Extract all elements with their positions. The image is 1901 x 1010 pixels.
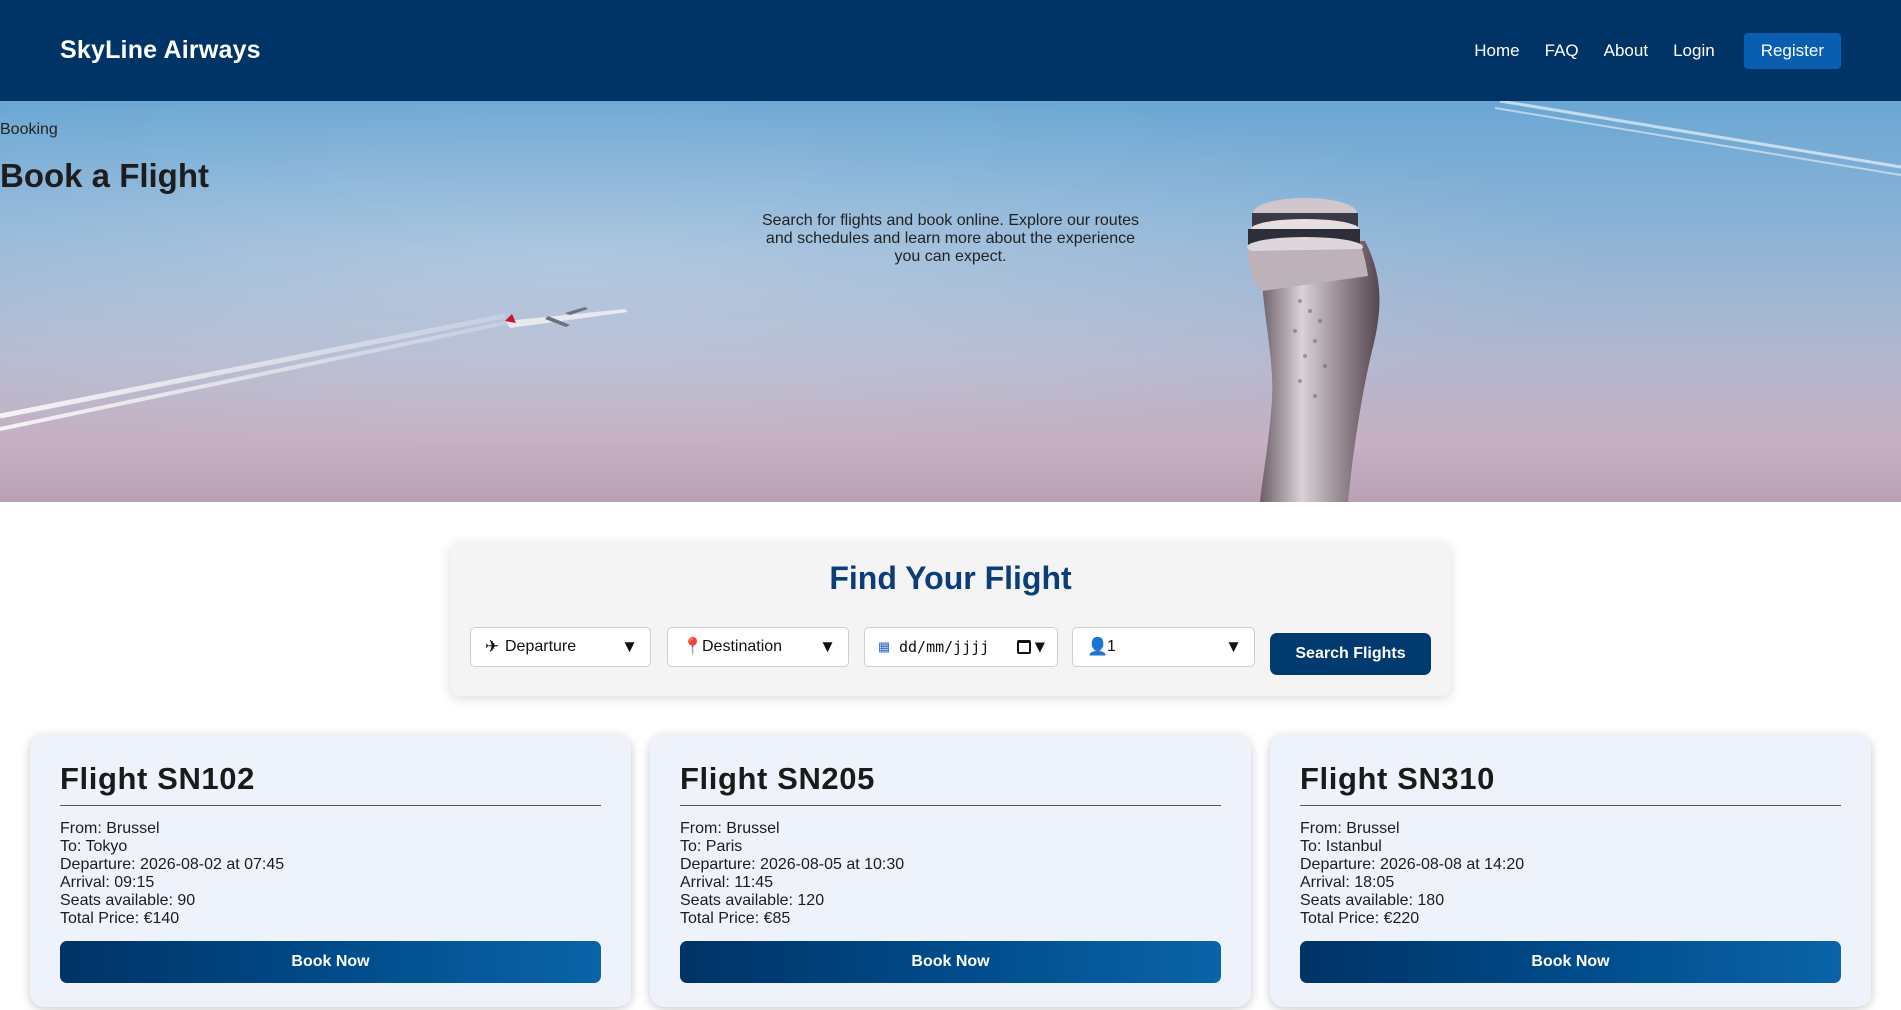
nav-faq[interactable]: FAQ xyxy=(1545,41,1579,61)
flight-departure: Departure: 2026-08-08 at 14:20 xyxy=(1300,856,1525,873)
search-flights-button[interactable]: Search Flights xyxy=(1270,633,1431,675)
pin-icon: 📍 xyxy=(682,637,704,656)
flight-seats: Seats available: 120 xyxy=(680,892,825,909)
date-input[interactable]: ▦ dd/mm/jjjj ▼ xyxy=(864,627,1058,667)
search-title: Find Your Flight xyxy=(829,560,1072,596)
passengers-value: 1 xyxy=(1107,638,1116,655)
airplane-icon: ✈ xyxy=(485,637,500,656)
chevron-down-icon: ▼ xyxy=(621,637,638,656)
brand-logo[interactable]: SkyLine Airways xyxy=(60,36,261,65)
nav-home[interactable]: Home xyxy=(1474,41,1519,61)
hero-description: Search for flights and book online. Expl… xyxy=(761,212,1140,265)
flight-seats: Seats available: 90 xyxy=(60,892,196,909)
flight-title: Flight SN205 xyxy=(680,761,1221,806)
control-tower-image xyxy=(1247,198,1380,502)
date-picker-icon[interactable] xyxy=(1016,640,1031,654)
hero-banner: Booking Book a Flight Search for flights… xyxy=(0,101,1901,502)
flight-from: From: Brussel xyxy=(680,820,780,837)
flight-price: Total Price: €220 xyxy=(1300,910,1420,927)
page-title: Book a Flight xyxy=(0,157,209,194)
flight-card: Flight SN102 From: Brussel To: Tokyo Dep… xyxy=(30,735,631,1007)
airplane-icon xyxy=(505,307,628,328)
flight-to: To: Istanbul xyxy=(1300,838,1382,855)
register-button[interactable]: Register xyxy=(1743,32,1841,69)
flight-to: To: Tokyo xyxy=(60,838,128,855)
nav-about[interactable]: About xyxy=(1604,41,1648,61)
destination-label: Destination xyxy=(702,638,783,655)
flight-card: Flight SN310 From: Brussel To: Istanbul … xyxy=(1270,735,1871,1007)
main-nav: Home FAQ About Login Register xyxy=(1474,32,1841,69)
flight-details: From: Brussel To: Tokyo Departure: 2026-… xyxy=(60,820,601,928)
hero-eyebrow: Booking xyxy=(0,121,58,138)
person-icon: 👤 xyxy=(1087,637,1109,656)
date-placeholder: dd/mm/jjjj xyxy=(899,638,990,656)
flight-arrival: Arrival: 18:05 xyxy=(1300,874,1395,891)
flight-title: Flight SN310 xyxy=(1300,761,1841,806)
flight-details: From: Brussel To: Istanbul Departure: 20… xyxy=(1300,820,1841,928)
flight-card: Flight SN205 From: Brussel To: Paris Dep… xyxy=(650,735,1251,1007)
flight-departure: Departure: 2026-08-05 at 10:30 xyxy=(680,856,905,873)
chevron-down-icon: ▼ xyxy=(1225,637,1242,656)
destination-select[interactable]: 📍 Destination ▼ xyxy=(667,627,849,667)
flight-departure: Departure: 2026-08-02 at 07:45 xyxy=(60,856,285,873)
book-now-button[interactable]: Book Now xyxy=(680,941,1221,983)
chevron-down-icon: ▼ xyxy=(819,637,836,656)
departure-label: Departure xyxy=(505,638,577,655)
flight-to: To: Paris xyxy=(680,838,743,855)
flight-seats: Seats available: 180 xyxy=(1300,892,1445,909)
flight-search-panel: Find Your Flight ✈ Departure ▼ 📍 Destina… xyxy=(450,542,1451,696)
calendar-icon: ▦ xyxy=(879,637,890,657)
chevron-down-icon: ▼ xyxy=(1034,637,1045,657)
nav-login[interactable]: Login xyxy=(1673,41,1715,61)
flight-arrival: Arrival: 09:15 xyxy=(60,874,155,891)
departure-select[interactable]: ✈ Departure ▼ xyxy=(470,627,651,667)
flight-price: Total Price: €140 xyxy=(60,910,180,927)
passengers-select[interactable]: 👤 1 ▼ xyxy=(1072,627,1255,667)
flight-from: From: Brussel xyxy=(60,820,160,837)
flight-details: From: Brussel To: Paris Departure: 2026-… xyxy=(680,820,1221,928)
flight-from: From: Brussel xyxy=(1300,820,1400,837)
book-now-button[interactable]: Book Now xyxy=(1300,941,1841,983)
flight-arrival: Arrival: 11:45 xyxy=(680,874,774,891)
book-now-button[interactable]: Book Now xyxy=(60,941,601,983)
flight-title: Flight SN102 xyxy=(60,761,601,806)
site-header: SkyLine Airways Home FAQ About Login Reg… xyxy=(0,0,1901,101)
flight-price: Total Price: €85 xyxy=(680,910,791,927)
